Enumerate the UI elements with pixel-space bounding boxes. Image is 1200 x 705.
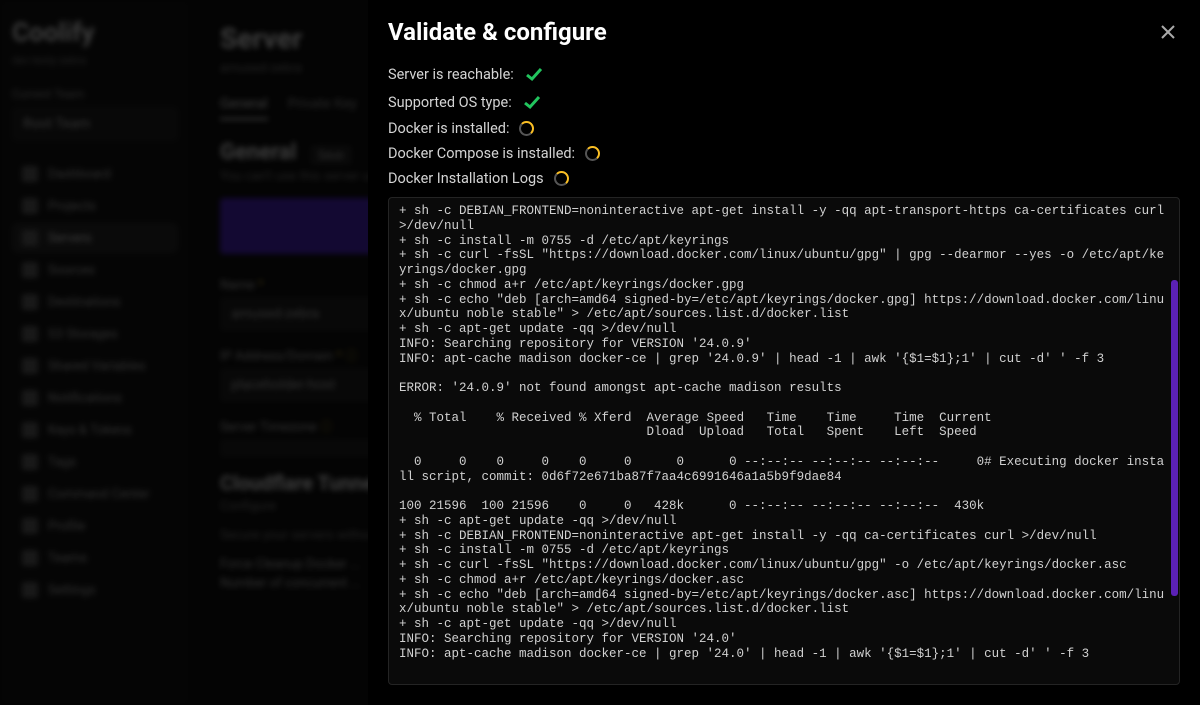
log-output[interactable]: + sh -c DEBIAN_FRONTEND=noninteractive a…: [388, 197, 1180, 685]
check-label: Docker Compose is installed:: [388, 145, 575, 162]
check-docker-installed: Docker is installed:: [388, 120, 1180, 137]
check-success-icon: [524, 64, 544, 84]
spinner-icon: [554, 171, 569, 186]
close-icon: [1160, 24, 1176, 40]
check-label: Server is reachable:: [388, 66, 514, 83]
spinner-icon: [519, 121, 534, 136]
log-scrollbar[interactable]: [1171, 280, 1178, 596]
check-server-reachable: Server is reachable:: [388, 64, 1180, 84]
check-success-icon: [522, 92, 542, 112]
check-supported-os: Supported OS type:: [388, 92, 1180, 112]
spinner-icon: [585, 146, 600, 161]
check-docker-logs: Docker Installation Logs: [388, 170, 1180, 187]
check-label: Supported OS type:: [388, 94, 512, 111]
check-label: Docker Installation Logs: [388, 170, 544, 187]
modal-header: Validate & configure: [388, 18, 1180, 46]
close-button[interactable]: [1156, 20, 1180, 44]
check-docker-compose: Docker Compose is installed:: [388, 145, 1180, 162]
checks-list: Server is reachable: Supported OS type: …: [388, 64, 1180, 187]
validate-modal: Validate & configure Server is reachable…: [368, 0, 1200, 705]
check-label: Docker is installed:: [388, 120, 509, 137]
modal-title: Validate & configure: [388, 18, 607, 46]
